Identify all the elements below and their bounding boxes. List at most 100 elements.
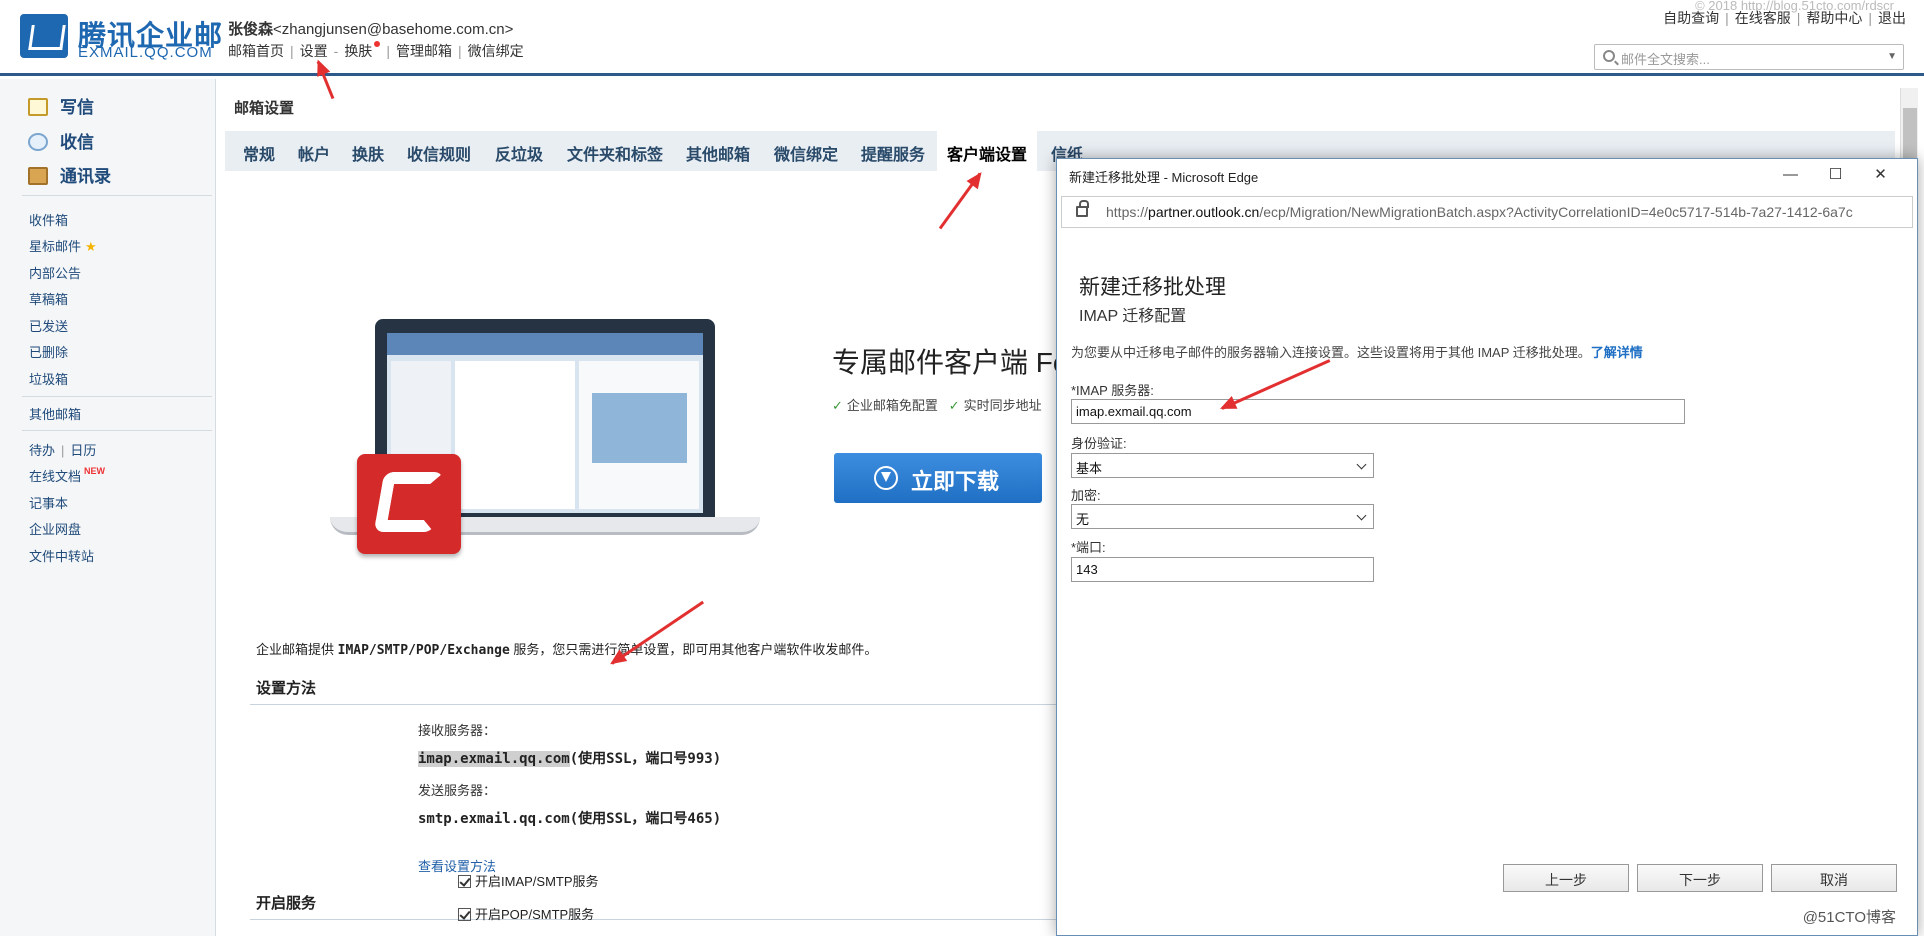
contacts-icon xyxy=(28,167,48,185)
tab-rules[interactable]: 收信规则 xyxy=(407,141,471,165)
online-docs[interactable]: 在线文档 NEW xyxy=(29,466,105,485)
user-email: <zhangjunsen@basehome.com.cn> xyxy=(273,21,514,38)
folder-deleted[interactable]: 已删除 xyxy=(29,342,68,361)
todo-link[interactable]: 待办 xyxy=(29,443,55,458)
link-help-center[interactable]: 帮助中心 xyxy=(1806,10,1862,26)
encryption-select[interactable]: 无 xyxy=(1071,504,1374,529)
divider xyxy=(22,396,212,397)
recv-server-label: 接收服务器： xyxy=(418,723,497,738)
auth-select[interactable]: 基本 xyxy=(1071,453,1374,478)
folder-announcements[interactable]: 内部公告 xyxy=(29,263,81,282)
recv-host: imap.exmail.qq.com xyxy=(418,751,570,767)
folder-inbox[interactable]: 收件箱 xyxy=(29,210,68,229)
recv-note: (使用SSL，端口号993) xyxy=(569,751,722,767)
encryption-label: 加密: xyxy=(1071,488,1101,503)
service-section-title: 开启服务 xyxy=(256,895,317,912)
user-info: 张俊森<zhangjunsen@basehome.com.cn> xyxy=(228,18,513,39)
recv-server-value: imap.exmail.qq.com(使用SSL，端口号993) xyxy=(418,748,721,768)
promo-title: 专属邮件客户端 Fo xyxy=(832,347,1069,378)
folder-sent[interactable]: 已发送 xyxy=(29,316,68,335)
file-transfer[interactable]: 文件中转站 xyxy=(29,546,94,565)
pop-smtp-toggle[interactable]: 开启POP/SMTP服务 xyxy=(458,904,594,923)
receive-button[interactable]: 收信 xyxy=(28,128,94,153)
divider xyxy=(22,430,212,431)
search-icon xyxy=(1603,50,1615,62)
link-self-service[interactable]: 自助查询 xyxy=(1663,10,1719,26)
nav-skin[interactable]: 换肤 xyxy=(344,43,372,59)
tab-skin[interactable]: 换肤 xyxy=(352,141,384,165)
dialog-heading: 新建迁移批处理 xyxy=(1079,276,1226,299)
tab-folders[interactable]: 文件夹和标签 xyxy=(567,141,663,165)
url-path: /ecp/Migration/NewMigrationBatch.aspx?Ac… xyxy=(1259,204,1853,220)
tencent-exmail-logo[interactable]: 腾讯企业邮 EXMAIL.QQ.COM xyxy=(20,14,222,61)
dialog-subheading: IMAP 迁移配置 xyxy=(1079,308,1187,325)
check-icon: ✓ xyxy=(948,398,960,413)
tab-account[interactable]: 帐户 xyxy=(298,141,330,165)
nav-admin[interactable]: 管理邮箱 xyxy=(396,43,452,59)
folder-drafts[interactable]: 草稿箱 xyxy=(29,289,68,308)
cancel-button[interactable]: 取消 xyxy=(1771,864,1897,892)
folder-starred[interactable]: 星标邮件 ★ xyxy=(29,236,97,255)
setup-section-title: 设置方法 xyxy=(256,680,317,697)
link-logout[interactable]: 退出 xyxy=(1878,10,1906,26)
check-icon: ✓ xyxy=(832,398,843,413)
learn-more-link[interactable]: 了解详情 xyxy=(1591,345,1643,360)
tab-reminders[interactable]: 提醒服务 xyxy=(861,141,925,165)
link-online-support[interactable]: 在线客服 xyxy=(1735,10,1791,26)
notepad[interactable]: 记事本 xyxy=(29,493,68,512)
back-button[interactable]: 上一步 xyxy=(1503,864,1629,892)
tab-general[interactable]: 常规 xyxy=(243,141,275,165)
other-mailboxes[interactable]: 其他邮箱 xyxy=(29,404,81,423)
left-sidebar: 写信 收信 通讯录 收件箱 星标邮件 ★ 内部公告 草稿箱 已发送 已删除 垃圾箱… xyxy=(0,79,216,936)
chevron-down-icon[interactable]: ▼ xyxy=(1887,51,1897,62)
desc-suffix: 服务，您只需进行简单设置，即可用其他客户端软件收发邮件。 xyxy=(509,642,878,657)
address-bar[interactable]: https://partner.outlook.cn/ecp/Migration… xyxy=(1061,196,1913,228)
download-button[interactable]: 立即下载 xyxy=(834,453,1042,503)
chevron-down-icon xyxy=(1356,459,1367,470)
logo-domain: EXMAIL.QQ.COM xyxy=(78,44,213,61)
nav-mail-home[interactable]: 邮箱首页 xyxy=(228,43,284,59)
desc-prefix: 企业邮箱提供 xyxy=(256,642,338,657)
feature-2: 实时同步地址 xyxy=(963,398,1042,413)
dialog-description: 为您要从中迁移电子邮件的服务器输入连接设置。这些设置将用于其他 IMAP 迁移批… xyxy=(1071,342,1643,361)
close-icon[interactable]: ✕ xyxy=(1858,165,1903,183)
calendar-link[interactable]: 日历 xyxy=(70,443,96,458)
netdisk[interactable]: 企业网盘 xyxy=(29,519,81,538)
new-badge: NEW xyxy=(84,466,106,476)
folder-starred-label: 星标邮件 xyxy=(29,239,82,254)
imap-server-input[interactable]: imap.exmail.qq.com xyxy=(1071,399,1685,424)
imap-smtp-toggle[interactable]: 开启IMAP/SMTP服务 xyxy=(458,871,599,890)
port-input[interactable]: 143 xyxy=(1071,557,1374,582)
window-controls: — ☐ ✕ xyxy=(1768,165,1903,183)
imap-server-label: *IMAP 服务器: xyxy=(1071,383,1154,398)
checkbox-checked[interactable] xyxy=(458,908,471,921)
chevron-down-icon xyxy=(1356,510,1367,521)
feature-1: 企业邮箱免配置 xyxy=(846,398,938,413)
imap-smtp-label: 开启IMAP/SMTP服务 xyxy=(475,874,599,889)
mail-search-input[interactable]: 邮件全文搜索... ▼ xyxy=(1594,44,1904,70)
auth-selected: 基本 xyxy=(1076,461,1103,476)
watermark-bottom: @51CTO博客 xyxy=(1802,909,1896,926)
folder-spam[interactable]: 垃圾箱 xyxy=(29,369,68,388)
divider xyxy=(22,195,212,196)
auth-label: 身份验证: xyxy=(1071,436,1127,451)
compose-button[interactable]: 写信 xyxy=(28,93,94,118)
url-host: partner.outlook.cn xyxy=(1148,204,1260,220)
tab-antispam[interactable]: 反垃圾 xyxy=(495,141,543,165)
minimize-icon[interactable]: — xyxy=(1768,166,1813,183)
tab-wechat[interactable]: 微信绑定 xyxy=(774,141,838,165)
tab-other-mail[interactable]: 其他邮箱 xyxy=(686,141,750,165)
foxmail-logo-icon xyxy=(357,454,461,554)
contacts-button[interactable]: 通讯录 xyxy=(28,162,111,187)
maximize-icon[interactable]: ☐ xyxy=(1813,165,1858,183)
nav-wechat-bind[interactable]: 微信绑定 xyxy=(468,43,524,59)
online-docs-label: 在线文档 xyxy=(29,469,82,484)
divider xyxy=(250,704,1090,705)
send-server-label: 发送服务器： xyxy=(418,783,497,798)
port-label: *端口: xyxy=(1071,540,1106,555)
next-button[interactable]: 下一步 xyxy=(1637,864,1763,892)
laptop-illustration xyxy=(330,319,770,569)
checkbox-checked[interactable] xyxy=(458,875,471,888)
todo-calendar: 待办 | 日历 xyxy=(29,443,97,458)
tab-client-settings[interactable]: 客户端设置 xyxy=(937,131,1038,171)
